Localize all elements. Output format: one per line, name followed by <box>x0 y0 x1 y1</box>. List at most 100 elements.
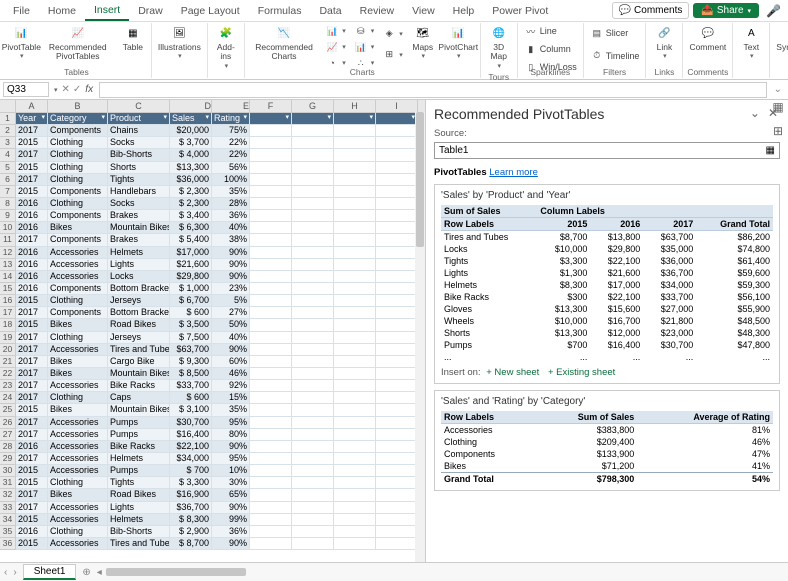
cell[interactable]: Helmets <box>108 247 170 259</box>
cell[interactable]: Accessories <box>48 465 108 477</box>
cell[interactable]: 35% <box>212 186 250 198</box>
cell[interactable]: Brakes <box>108 234 170 246</box>
cell[interactable]: Mountain Bikes <box>108 222 170 234</box>
tab-review[interactable]: Review <box>351 2 403 20</box>
pane-options-icon[interactable]: ⌄ <box>750 106 760 120</box>
cell[interactable]: 2016 <box>16 441 48 453</box>
cell[interactable]: Clothing <box>48 332 108 344</box>
cell[interactable]: 56% <box>212 162 250 174</box>
sheet-nav-next[interactable]: › <box>13 567 16 578</box>
cell[interactable]: 22% <box>212 137 250 149</box>
cell[interactable]: 40% <box>212 222 250 234</box>
cell[interactable]: 38% <box>212 234 250 246</box>
source-input[interactable]: Table1 ▦ <box>434 142 780 159</box>
table-header[interactable]: Product <box>108 113 170 125</box>
horizontal-scrollbar[interactable]: ◂ <box>97 567 784 578</box>
3dmap-button[interactable]: 🌐3D Map▾ <box>484 23 514 71</box>
cell[interactable]: Bikes <box>48 489 108 501</box>
col-header[interactable]: A <box>16 100 48 113</box>
cell[interactable]: 65% <box>212 489 250 501</box>
cell[interactable]: 46% <box>212 368 250 380</box>
cell[interactable]: Chains <box>108 125 170 137</box>
cell[interactable]: $36,700 <box>170 502 212 514</box>
cell[interactable]: 2017 <box>16 489 48 501</box>
cell[interactable]: $ 600 <box>170 307 212 319</box>
cell[interactable]: $ 1,000 <box>170 283 212 295</box>
tab-pagelayout[interactable]: Page Layout <box>172 2 249 20</box>
comment-button[interactable]: 💬Comment <box>686 23 729 53</box>
cell[interactable]: Bikes <box>48 356 108 368</box>
cell[interactable]: Pumps <box>108 429 170 441</box>
cell[interactable]: $ 3,100 <box>170 404 212 416</box>
cell[interactable]: Road Bikes <box>108 489 170 501</box>
maps-button[interactable]: 🗺Maps▾ <box>408 23 438 61</box>
cell[interactable]: 90% <box>212 344 250 356</box>
cell[interactable]: Bike Racks <box>108 441 170 453</box>
cell[interactable]: 2017 <box>16 149 48 161</box>
cell[interactable]: $ 3,700 <box>170 137 212 149</box>
illustrations-button[interactable]: 🖼Illustrations▾ <box>155 23 204 61</box>
cell[interactable]: 2015 <box>16 465 48 477</box>
cell[interactable]: 10% <box>212 465 250 477</box>
cell[interactable]: 2017 <box>16 174 48 186</box>
table-button[interactable]: ▦Table <box>118 23 148 53</box>
cell[interactable]: 2016 <box>16 198 48 210</box>
cell[interactable]: $16,900 <box>170 489 212 501</box>
chart-column-button[interactable]: 📊▾ <box>322 23 349 39</box>
chart-line-button[interactable]: 📈▾ <box>322 39 349 55</box>
cell[interactable]: 92% <box>212 380 250 392</box>
cell[interactable]: $ 6,300 <box>170 222 212 234</box>
cell[interactable]: 35% <box>212 404 250 416</box>
cell[interactable]: $22,100 <box>170 441 212 453</box>
cell[interactable]: 99% <box>212 514 250 526</box>
cell[interactable]: $ 5,400 <box>170 234 212 246</box>
pivotchart-button[interactable]: 📊PivotChart▾ <box>440 23 477 61</box>
cell[interactable]: 2017 <box>16 417 48 429</box>
cell[interactable]: Bikes <box>48 319 108 331</box>
cell[interactable]: $ 7,500 <box>170 332 212 344</box>
cell[interactable]: $21,600 <box>170 259 212 271</box>
cell[interactable]: Caps <box>108 392 170 404</box>
sheet-tab[interactable]: Sheet1 <box>23 564 77 580</box>
tab-insert[interactable]: Insert <box>85 1 129 21</box>
cell[interactable]: Handlebars <box>108 186 170 198</box>
cell[interactable]: 90% <box>212 259 250 271</box>
chart-pie-button[interactable]: ◔▾ <box>322 55 349 71</box>
cell[interactable]: $29,800 <box>170 271 212 283</box>
cell[interactable]: 2015 <box>16 514 48 526</box>
cell[interactable]: Accessories <box>48 344 108 356</box>
cell[interactable]: $ 2,900 <box>170 526 212 538</box>
tab-home[interactable]: Home <box>39 2 85 20</box>
col-header[interactable]: C <box>108 100 170 113</box>
cell[interactable]: 90% <box>212 502 250 514</box>
cell[interactable]: Mountain Bikes <box>108 368 170 380</box>
cell[interactable]: 2017 <box>16 332 48 344</box>
cell[interactable]: 2016 <box>16 271 48 283</box>
cell[interactable]: 90% <box>212 247 250 259</box>
cell[interactable]: Jerseys <box>108 332 170 344</box>
cell[interactable]: $ 3,500 <box>170 319 212 331</box>
cell[interactable]: $ 4,000 <box>170 149 212 161</box>
cell[interactable]: Bottom Brackets <box>108 283 170 295</box>
cell[interactable]: 2015 <box>16 477 48 489</box>
cell[interactable]: Components <box>48 210 108 222</box>
tab-formulas[interactable]: Formulas <box>249 2 311 20</box>
cell[interactable]: Lights <box>108 259 170 271</box>
cell[interactable]: $33,700 <box>170 380 212 392</box>
pivot-card-1[interactable]: 'Sales' by 'Product' and 'Year' Sum of S… <box>434 184 780 384</box>
select-all-corner[interactable] <box>0 100 16 113</box>
tab-draw[interactable]: Draw <box>129 2 172 20</box>
cell[interactable]: Clothing <box>48 198 108 210</box>
cell[interactable]: $30,700 <box>170 417 212 429</box>
cell[interactable]: $ 2,300 <box>170 186 212 198</box>
cell[interactable]: Clothing <box>48 137 108 149</box>
timeline-button[interactable]: ⏱Timeline <box>587 48 643 64</box>
cell[interactable]: 2017 <box>16 453 48 465</box>
cell[interactable]: Bikes <box>48 404 108 416</box>
chart-stat-button[interactable]: 📊▾ <box>351 39 378 55</box>
cell[interactable]: 2016 <box>16 283 48 295</box>
cell[interactable]: 2015 <box>16 162 48 174</box>
tab-help[interactable]: Help <box>444 2 484 20</box>
cell[interactable]: Bikes <box>48 368 108 380</box>
cell[interactable]: Clothing <box>48 149 108 161</box>
